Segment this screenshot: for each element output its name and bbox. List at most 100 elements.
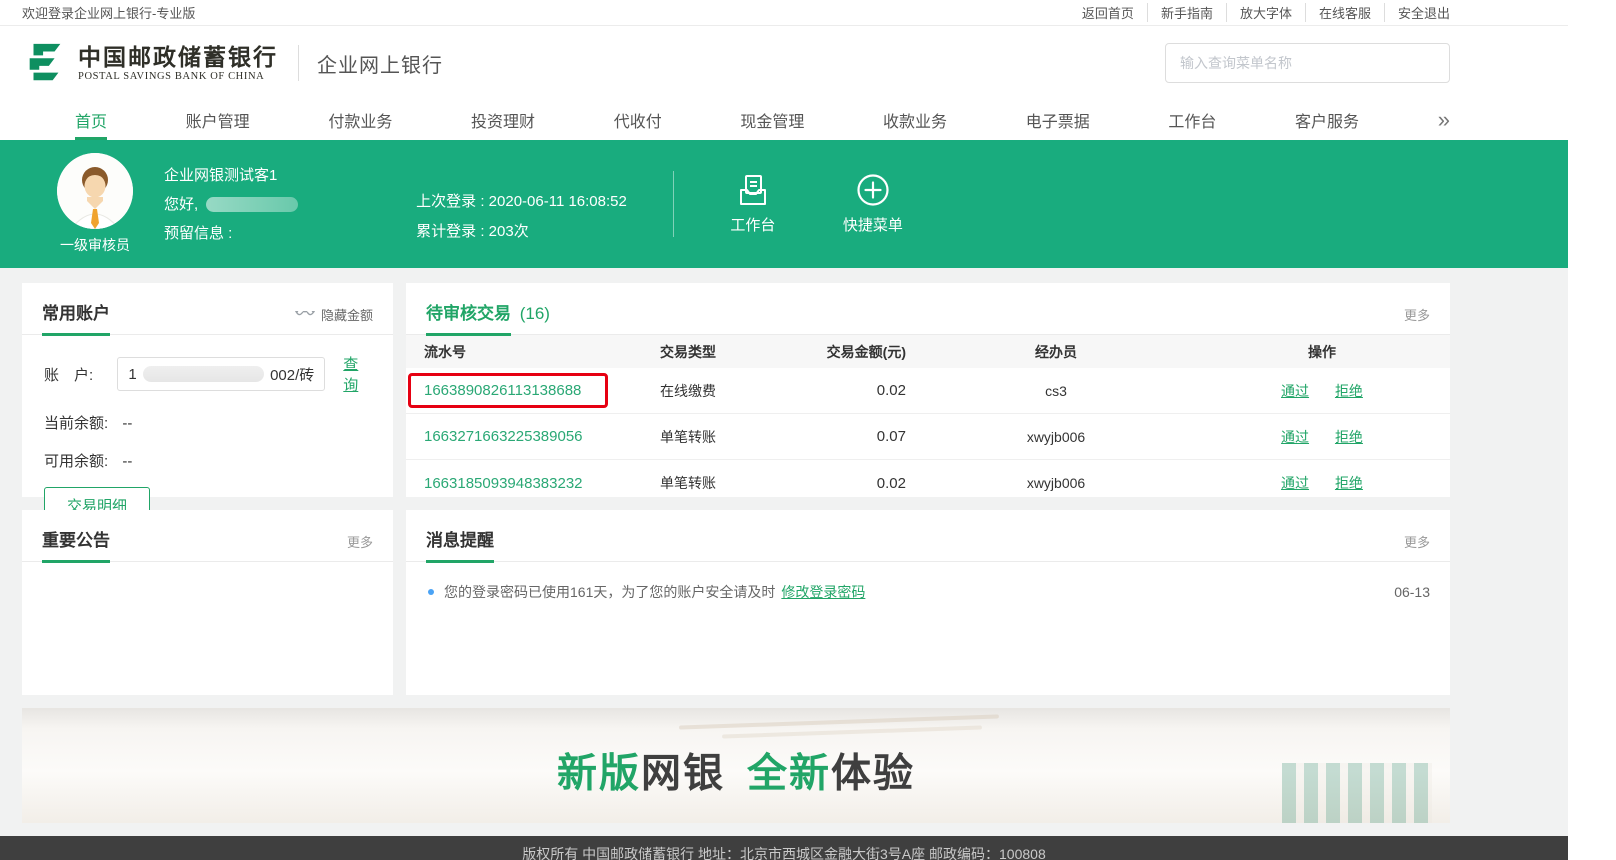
bank-logo: 中国邮政储蓄银行 POSTAL SAVINGS BANK OF CHINA 企业… (22, 40, 443, 86)
available-balance-value: -- (122, 453, 132, 470)
nav-tab-account-management[interactable]: 账户管理 (186, 100, 250, 140)
bank-name: 中国邮政储蓄银行 POSTAL SAVINGS BANK OF CHINA (78, 45, 278, 82)
login-info: 上次登录 : 2020-06-11 16:08:52 累计登录 : 203次 (416, 187, 627, 247)
transaction-type: 单笔转账 (646, 427, 746, 447)
pending-title-text: 待审核交易 (426, 304, 511, 323)
accounts-panel-title: 常用账户 (42, 299, 110, 324)
transaction-operator: cs3 (906, 383, 1206, 399)
avatar (57, 153, 133, 229)
user-role: 一级审核员 (52, 235, 138, 255)
common-accounts-panel: 常用账户 隐藏金额 账 户: 1 (22, 283, 393, 497)
col-amount: 交易金额(元) (746, 342, 906, 362)
approve-link[interactable]: 通过 (1281, 475, 1309, 491)
main-nav: 首页 账户管理 付款业务 投资理财 代收付 现金管理 收款业务 电子票据 工作台… (0, 100, 1568, 140)
copyright-text: 版权所有 中国邮政储蓄银行 地址：北京市西城区金融大街3号A座 邮政编码：100… (522, 846, 1046, 860)
nav-tab-customer-service[interactable]: 客户服务 (1295, 100, 1359, 140)
hide-amount-toggle[interactable]: 隐藏金额 (295, 305, 373, 324)
masked-account-number (143, 366, 264, 382)
top-utility-bar: 欢迎登录企业网上银行-专业版 返回首页 新手指南 放大字体 在线客服 安全退出 (0, 0, 1568, 26)
welcome-text: 欢迎登录企业网上银行-专业版 (22, 3, 195, 22)
link-safe-logout[interactable]: 安全退出 (1384, 3, 1450, 22)
messages-panel-title: 消息提醒 (426, 526, 494, 551)
transaction-amount: 0.07 (746, 428, 906, 445)
nav-tab-receivables[interactable]: 收款业务 (883, 100, 947, 140)
title-underline (42, 333, 110, 336)
pending-transactions-panel: 待审核交易 (16) 更多 流水号 交易类型 交易金额(元) 经办员 操作 (406, 283, 1450, 497)
nav-tab-e-bills[interactable]: 电子票据 (1026, 100, 1090, 140)
link-return-home[interactable]: 返回首页 (1069, 3, 1147, 22)
link-online-service[interactable]: 在线客服 (1305, 3, 1384, 22)
shortcut-quick-menu-label: 快捷菜单 (838, 214, 908, 235)
avatar-block: 一级审核员 (52, 153, 138, 255)
col-type: 交易类型 (646, 342, 746, 362)
nav-more-icon[interactable]: » (1438, 110, 1450, 130)
shortcut-quick-menu[interactable]: 快捷菜单 (838, 173, 908, 235)
nav-tab-payment[interactable]: 付款业务 (328, 100, 392, 140)
top-links: 返回首页 新手指南 放大字体 在线客服 安全退出 (1069, 3, 1450, 22)
account-suffix: 002/砖 (270, 364, 314, 385)
change-password-link[interactable]: 修改登录密码 (781, 582, 865, 602)
closed-eye-icon (295, 310, 315, 320)
current-balance-value: -- (122, 415, 132, 432)
header: 中国邮政储蓄银行 POSTAL SAVINGS BANK OF CHINA 企业… (0, 26, 1568, 100)
serial-link[interactable]: 1663890826113138688 (424, 382, 581, 399)
bank-name-cn: 中国邮政储蓄银行 (78, 45, 278, 71)
pending-panel-title: 待审核交易 (16) (426, 299, 550, 324)
link-enlarge-font[interactable]: 放大字体 (1226, 3, 1305, 22)
plus-circle-icon (856, 173, 890, 207)
approve-link[interactable]: 通过 (1281, 383, 1309, 399)
highlight-red-box: 1663890826113138688 (408, 373, 608, 408)
reject-link[interactable]: 拒绝 (1335, 383, 1363, 399)
nav-tab-workbench[interactable]: 工作台 (1168, 100, 1216, 140)
serial-link[interactable]: 1663271663225389056 (424, 428, 583, 445)
slogan-part: 新版 (557, 751, 641, 795)
nav-tab-collection-payment[interactable]: 代收付 (614, 100, 662, 140)
message-item: 您的登录密码已使用161天，为了您的账户安全请及时 修改登录密码 06-13 (428, 582, 1430, 602)
product-name: 企业网上银行 (317, 49, 443, 78)
transaction-type: 在线缴费 (646, 381, 746, 401)
total-login: 累计登录 : 203次 (416, 217, 627, 247)
nav-tab-investment[interactable]: 投资理财 (471, 100, 535, 140)
slogan-part: 体验 (831, 751, 915, 795)
col-actions: 操作 (1206, 342, 1438, 362)
reject-link[interactable]: 拒绝 (1335, 429, 1363, 445)
available-balance-label: 可用余额: (44, 453, 108, 470)
transaction-operator: xwyjb006 (906, 429, 1206, 445)
slogan-part: 全新 (747, 751, 831, 795)
table-row: 1663185093948383232 单笔转账 0.02 xwyjb006 通… (406, 460, 1450, 506)
shortcut-workbench[interactable]: 工作台 (718, 173, 788, 235)
notices-panel-title: 重要公告 (42, 526, 110, 551)
promo-slogan: 新版网银全新体验 (22, 740, 1450, 798)
pending-more-link[interactable]: 更多 (1404, 305, 1430, 324)
bullet-icon (428, 589, 434, 595)
slogan-part: 网银 (641, 751, 725, 795)
notices-more-link[interactable]: 更多 (347, 532, 373, 551)
current-balance-label: 当前余额: (44, 415, 108, 432)
transaction-operator: xwyjb006 (906, 475, 1206, 491)
serial-link[interactable]: 1663185093948383232 (424, 475, 583, 492)
reject-link[interactable]: 拒绝 (1335, 475, 1363, 491)
messages-more-link[interactable]: 更多 (1404, 532, 1430, 551)
message-date: 06-13 (1394, 584, 1430, 600)
approve-link[interactable]: 通过 (1281, 429, 1309, 445)
account-select[interactable]: 1 002/砖 (117, 357, 325, 391)
link-beginner-guide[interactable]: 新手指南 (1147, 3, 1226, 22)
avatar-person-icon (57, 153, 133, 229)
pending-table: 流水号 交易类型 交易金额(元) 经办员 操作 1663890826113138… (406, 335, 1450, 506)
col-operator: 经办员 (906, 342, 1206, 362)
menu-search-input[interactable] (1165, 43, 1450, 83)
account-prefix: 1 (128, 366, 136, 383)
table-row: 1663890826113138688 在线缴费 0.02 cs3 通过 拒绝 (406, 368, 1450, 414)
pending-count: (16) (520, 304, 550, 323)
nav-tab-home[interactable]: 首页 (75, 100, 107, 140)
masked-user-name (206, 197, 298, 212)
title-underline (426, 333, 511, 336)
col-serial: 流水号 (406, 342, 646, 362)
query-link[interactable]: 查询 (343, 353, 373, 395)
message-reminders-panel: 消息提醒 更多 您的登录密码已使用161天，为了您的账户安全请及时 修改登录密码… (406, 510, 1450, 695)
page: 欢迎登录企业网上银行-专业版 返回首页 新手指南 放大字体 在线客服 安全退出 … (0, 0, 1568, 860)
last-login: 上次登录 : 2020-06-11 16:08:52 (416, 187, 627, 217)
transaction-type: 单笔转账 (646, 473, 746, 493)
title-underline (426, 560, 494, 563)
nav-tab-cash-management[interactable]: 现金管理 (740, 100, 804, 140)
